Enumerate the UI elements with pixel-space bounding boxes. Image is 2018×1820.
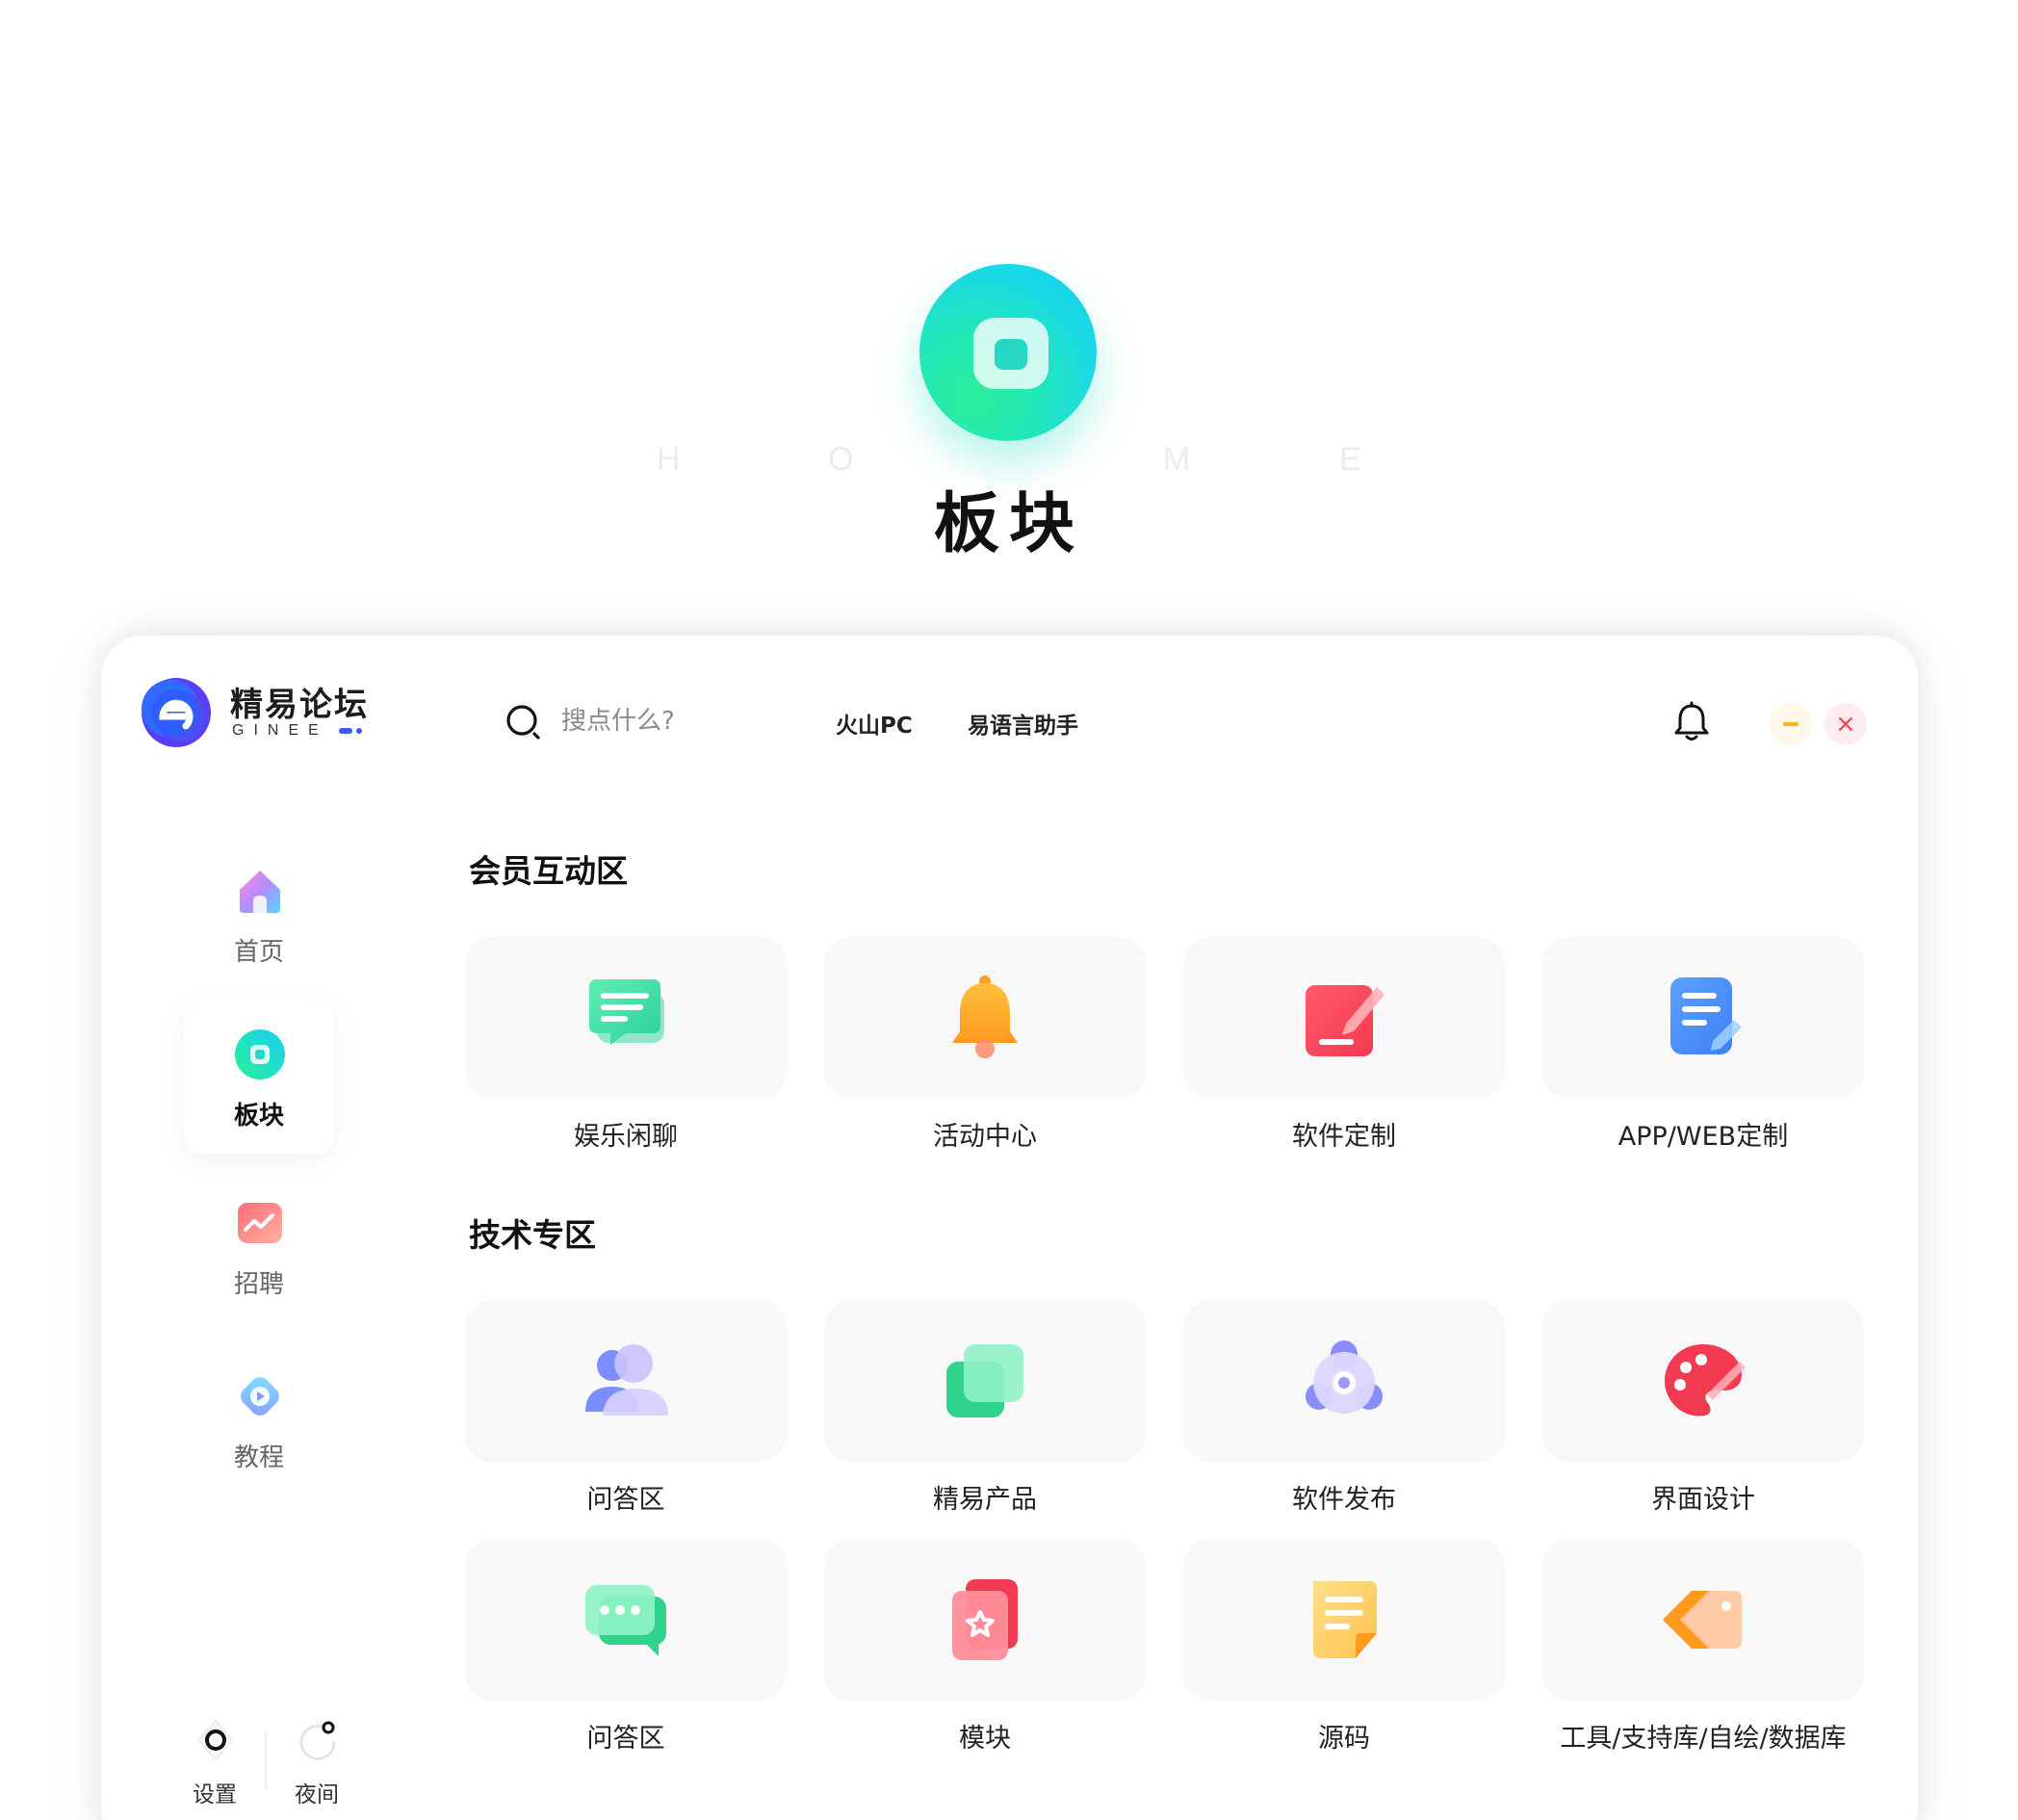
users-icon	[585, 1344, 668, 1416]
page-title: 板块	[933, 486, 1084, 562]
tutorial-icon	[241, 1377, 279, 1416]
module-icon	[952, 1579, 1018, 1660]
card-label: 源码	[1318, 1724, 1370, 1754]
board-hero-icon	[919, 264, 1097, 441]
card-module[interactable]	[824, 1539, 1146, 1701]
layers-icon	[946, 1344, 1023, 1417]
card-source-code[interactable]	[1183, 1539, 1505, 1701]
notification-bell-icon[interactable]	[1672, 701, 1711, 743]
minimize-button[interactable]	[1770, 703, 1812, 745]
card-label: 软件定制	[1292, 1122, 1396, 1152]
card-label: 精易产品	[933, 1485, 1037, 1515]
sidebar-item-home[interactable]: 首页	[184, 838, 334, 990]
card-label: 工具/支持库/自绘/数据库	[1560, 1724, 1847, 1754]
sidebar-item-tutorial[interactable]: 教程	[184, 1343, 334, 1495]
home-icon	[240, 871, 280, 913]
search-input[interactable]	[561, 701, 773, 741]
card-label: 界面设计	[1651, 1485, 1755, 1515]
settings-label: 设置	[193, 1782, 237, 1807]
card-label: 问答区	[586, 1485, 665, 1515]
brand-sub: GINEE	[232, 722, 328, 739]
card-label: 问答区	[586, 1724, 665, 1754]
sidebar-item-label: 教程	[233, 1443, 284, 1472]
app-window: 精易论坛 GINEE 火山PC 易语言助手 × 首页 板块	[101, 636, 1918, 1820]
search-icon[interactable]	[505, 703, 544, 741]
card-label: 活动中心	[933, 1122, 1037, 1152]
board-icon	[235, 1029, 285, 1079]
night-mode-label: 夜间	[295, 1782, 339, 1807]
brand-dot-icon	[356, 728, 362, 734]
card-ui-design[interactable]	[1542, 1300, 1864, 1462]
edit-icon	[1306, 985, 1384, 1056]
card-label: 软件发布	[1292, 1485, 1396, 1515]
card-software-custom[interactable]	[1183, 937, 1505, 1099]
source-code-icon	[1313, 1581, 1377, 1658]
settings-icon	[197, 1719, 234, 1761]
card-label: 模块	[959, 1724, 1011, 1754]
card-label: APP/WEB定制	[1617, 1122, 1789, 1152]
card-tools-library[interactable]	[1542, 1539, 1864, 1701]
brand-name: 精易论坛	[230, 686, 369, 724]
message-icon	[585, 1585, 666, 1656]
brand-bar-icon	[339, 728, 352, 734]
card-entertainment-chat[interactable]	[465, 937, 787, 1099]
close-icon: ×	[1835, 710, 1856, 739]
sidebar-item-board[interactable]: 板块	[184, 1001, 334, 1154]
nav-link-huoshan-pc[interactable]: 火山PC	[836, 707, 913, 740]
sidebar-item-label: 招聘	[233, 1270, 284, 1299]
section-title-tech: 技术专区	[469, 1216, 596, 1254]
palette-icon	[1665, 1344, 1746, 1417]
document-icon	[1670, 977, 1742, 1054]
card-qa[interactable]	[465, 1300, 787, 1462]
bell-icon	[952, 975, 1018, 1058]
section-title-member: 会员互动区	[469, 852, 628, 890]
night-mode-icon	[299, 1721, 336, 1760]
recruit-icon	[238, 1203, 282, 1243]
card-app-web-custom[interactable]	[1542, 937, 1864, 1099]
card-jingyi-products[interactable]	[824, 1300, 1146, 1462]
card-label: 娱乐闲聊	[574, 1122, 678, 1152]
disc-icon	[1306, 1340, 1383, 1414]
tag-icon	[1663, 1591, 1742, 1649]
nav-link-eyuyan-helper[interactable]: 易语言助手	[968, 707, 1078, 740]
sidebar-item-recruit[interactable]: 招聘	[184, 1170, 334, 1322]
chat-icon	[589, 979, 664, 1045]
card-activity-center[interactable]	[824, 937, 1146, 1099]
sidebar-item-label: 板块	[233, 1102, 284, 1131]
close-button[interactable]: ×	[1824, 703, 1867, 745]
footer-divider	[265, 1731, 267, 1789]
sidebar-item-label: 首页	[233, 938, 284, 967]
card-qa-2[interactable]	[465, 1539, 787, 1701]
logo-icon	[142, 678, 211, 747]
minimize-icon	[1783, 722, 1798, 726]
card-software-release[interactable]	[1183, 1300, 1505, 1462]
